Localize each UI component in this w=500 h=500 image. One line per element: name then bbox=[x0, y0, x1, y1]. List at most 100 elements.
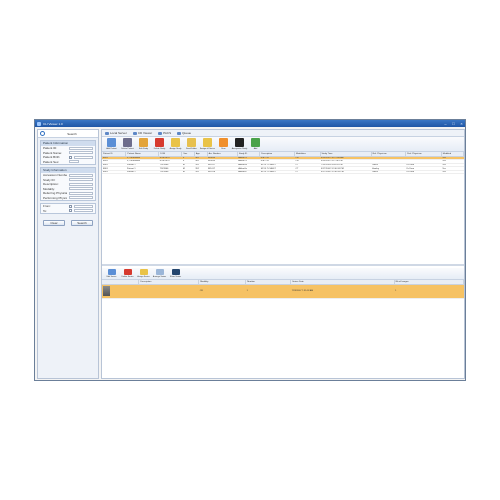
to-date-input[interactable] bbox=[74, 209, 93, 213]
accession-input[interactable] bbox=[69, 173, 93, 177]
close-button[interactable]: × bbox=[459, 121, 464, 126]
edit-study-icon bbox=[139, 138, 148, 147]
table-row[interactable]: CR 1 7/28/2007 7:35:18 AM 1 bbox=[102, 284, 464, 299]
field-label: From: bbox=[43, 204, 51, 209]
description-input[interactable] bbox=[69, 182, 93, 186]
patient-id-input[interactable] bbox=[69, 146, 93, 150]
tool-label: Assign all Series bbox=[200, 148, 215, 150]
add-patient-button[interactable]: Add Patient bbox=[105, 138, 118, 150]
from-date-input[interactable] bbox=[74, 204, 93, 208]
tab-pacs[interactable]: PACS bbox=[158, 131, 171, 135]
tool-label: Burn bbox=[221, 148, 226, 150]
anonymize-icon bbox=[235, 138, 244, 147]
study-id-input[interactable] bbox=[69, 178, 93, 182]
burn-button[interactable]: Burn bbox=[217, 138, 230, 150]
assign-series-button[interactable]: Assign all Series bbox=[200, 138, 215, 150]
tool-label: Add Patient bbox=[106, 148, 117, 150]
field-label: Performing Physician: bbox=[43, 195, 67, 200]
server-icon bbox=[105, 131, 109, 135]
delete-series-button[interactable]: Delete Series bbox=[121, 269, 134, 278]
field-label: Patient Name: bbox=[43, 150, 63, 155]
field-label: Referring Physician: bbox=[43, 191, 67, 196]
patient-birth-input[interactable] bbox=[74, 155, 93, 159]
table-row[interactable]: 8801 Patient 1 7/9/1966 M 35Y IN1018 Adhoc6f SP… bbox=[102, 170, 464, 175]
add-button[interactable]: Add bbox=[249, 138, 262, 150]
table-cell: CT bbox=[294, 170, 320, 175]
series-table-body: CR 1 7/28/2007 7:35:18 AM 1 bbox=[102, 284, 464, 299]
assign-series-button[interactable]: Assign Series bbox=[137, 269, 150, 278]
show-series-icon bbox=[171, 269, 180, 275]
window-title: CLI Viewer 1.0 bbox=[43, 121, 63, 126]
birth-checkbox[interactable] bbox=[69, 155, 72, 159]
field-label: Description: bbox=[43, 182, 59, 187]
patient-info-group: Patient Information Patient ID: Patient … bbox=[40, 140, 96, 165]
series-table: Description Modality Number Series Date Nb o… bbox=[102, 280, 465, 299]
tool-label: Delete Patient bbox=[121, 148, 134, 150]
add-icon bbox=[251, 138, 260, 147]
clear-button[interactable]: Clear bbox=[43, 220, 65, 226]
table-cell: Patient 1 bbox=[125, 170, 159, 175]
referring-input[interactable] bbox=[69, 191, 93, 195]
send-folder-icon bbox=[187, 138, 196, 147]
network-icon bbox=[158, 131, 163, 135]
minimize-button[interactable]: – bbox=[443, 121, 448, 126]
field-label: Accession Number: bbox=[43, 173, 67, 178]
title-bar: CLI Viewer 1.0 – □ × bbox=[35, 120, 465, 127]
table-cell: 35Y bbox=[194, 170, 208, 175]
series-thumbnail[interactable] bbox=[103, 286, 110, 296]
delete-series-icon bbox=[123, 269, 132, 275]
table-cell: CR bbox=[198, 284, 246, 299]
tab-label: Local Server bbox=[110, 131, 127, 135]
tab-queue[interactable]: Queue bbox=[177, 131, 191, 135]
table-cell bbox=[102, 284, 139, 299]
study-table: Patient ID Patient Name DOB Sex Age Acc Numbe… bbox=[102, 152, 465, 175]
tool-label: Assign Series bbox=[137, 276, 150, 278]
to-row: To: bbox=[41, 209, 95, 214]
show-series-button[interactable]: Show Series bbox=[169, 269, 182, 278]
date-group: From: To: bbox=[40, 203, 96, 214]
anonymize-button[interactable]: Anonymize Study bbox=[232, 138, 247, 150]
table-cell: Dr Dom bbox=[405, 170, 442, 175]
patient-name-input[interactable] bbox=[69, 151, 93, 155]
series-pane: Edit Series Delete Series Assign Series Arr… bbox=[102, 268, 465, 378]
table-cell: SP. R.T.CHEST bbox=[259, 170, 295, 175]
maximize-button[interactable]: □ bbox=[451, 121, 456, 126]
table-cell: 7/28/2007 7:35:18 AM bbox=[290, 284, 395, 299]
study-toolbar: Add Patient Delete Patient Edit Study Delet… bbox=[102, 137, 464, 152]
search-header: Search bbox=[38, 130, 98, 138]
delete-patient-button[interactable]: Delete Patient bbox=[121, 138, 134, 150]
table-cell: 6/17/2002 12:30:18 PM bbox=[320, 170, 372, 175]
from-checkbox[interactable] bbox=[69, 204, 72, 208]
modality-select[interactable] bbox=[69, 187, 93, 191]
queue-icon bbox=[177, 131, 182, 135]
arrange-series-button[interactable]: Arrange Series bbox=[153, 269, 166, 278]
tool-label: Add bbox=[253, 148, 258, 150]
burn-icon bbox=[219, 138, 228, 147]
pane-splitter[interactable] bbox=[102, 264, 464, 266]
main-panel: Local Server CD Viewer PACS Queue Add Pa… bbox=[101, 129, 465, 379]
edit-series-button[interactable]: Edit Series bbox=[105, 269, 118, 278]
tool-label: Delete Series bbox=[121, 276, 134, 278]
app-window: CLI Viewer 1.0 – □ × Search Patient Info… bbox=[34, 119, 466, 381]
to-checkbox[interactable] bbox=[69, 209, 72, 213]
performing-input[interactable] bbox=[69, 196, 93, 200]
study-info-group: Study Information Accession Number: Stud… bbox=[40, 167, 96, 201]
table-cell: 7/9/1966 bbox=[158, 170, 182, 175]
delete-study-button[interactable]: Delete Study bbox=[153, 138, 166, 150]
search-label: Search bbox=[67, 131, 77, 136]
edit-study-button[interactable]: Edit Study bbox=[137, 138, 150, 150]
patient-sex-select[interactable] bbox=[69, 160, 79, 164]
field-label: Patient Sex: bbox=[43, 159, 60, 164]
table-cell: Adhoc6f bbox=[237, 170, 260, 175]
assign-study-button[interactable]: Assign Study bbox=[169, 138, 182, 150]
search-button[interactable]: Search bbox=[71, 220, 93, 226]
field-label: Study ID: bbox=[43, 177, 56, 182]
tool-label: Delete Study bbox=[153, 148, 166, 150]
table-cell bbox=[138, 284, 199, 299]
tab-label: CD Viewer bbox=[137, 131, 153, 135]
send-folder-button[interactable]: Send Folder bbox=[185, 138, 198, 150]
tab-local-server[interactable]: Local Server bbox=[105, 131, 127, 135]
patient-sex-row: Patient Sex: bbox=[41, 160, 95, 165]
series-toolbar: Edit Series Delete Series Assign Series Arr… bbox=[102, 268, 464, 280]
tab-cd-viewer[interactable]: CD Viewer bbox=[132, 131, 153, 135]
